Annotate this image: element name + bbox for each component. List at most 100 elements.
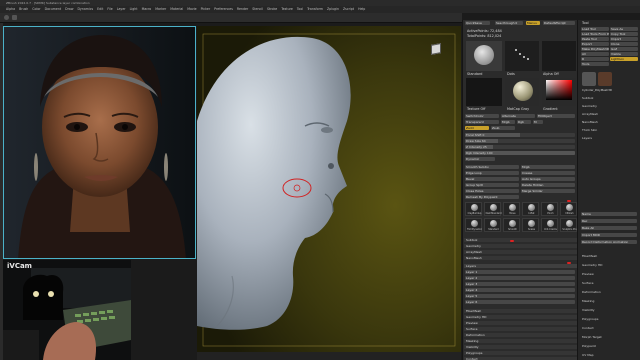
tool-section-preview[interactable]: Preview (582, 272, 594, 276)
projection-icon[interactable] (12, 15, 17, 20)
menu-item-file[interactable]: File (107, 6, 112, 13)
brush-thumbnail[interactable] (466, 41, 502, 71)
tool-thumbnail-2[interactable] (598, 72, 612, 86)
layer-control[interactable]: Record Deformation Animation (581, 240, 637, 244)
geometry-option-0[interactable]: Smooth Subdiv (465, 165, 519, 169)
tool-section-polypaint[interactable]: Polypaint (582, 344, 596, 348)
alternate-button[interactable]: Alternate (501, 114, 535, 118)
layer-item[interactable]: Layer 6 (465, 300, 575, 304)
tool-section-geometry-hd[interactable]: Geometry HD (582, 263, 602, 267)
menu-item-zscript[interactable]: Zscript (343, 6, 354, 13)
brush-hpolish[interactable]: hPolish (560, 202, 577, 216)
tool-section-morph-target[interactable]: Morph Target (582, 335, 602, 339)
geometry-option-4[interactable]: Bevel (465, 177, 519, 181)
section-geometry-hd[interactable]: Geometry HD (464, 315, 577, 319)
tool-section-masking[interactable]: Masking (582, 299, 594, 303)
geometry-option-9[interactable]: Merge Similar (521, 189, 575, 193)
tool-button-goz[interactable]: GoZ (610, 47, 638, 51)
geometry-option-1[interactable]: Mrgb (521, 165, 575, 169)
menu-item-preferences[interactable]: Preferences (214, 6, 233, 13)
tool-section-polygroups[interactable]: Polygroups (582, 317, 598, 321)
menu-item-color[interactable]: Color (32, 6, 40, 13)
tool-button-load-tool[interactable]: Load Tool (581, 27, 609, 31)
tool-section-uv-map[interactable]: UV Map (582, 353, 594, 357)
record-icon[interactable] (4, 15, 9, 20)
menu-item-picker[interactable]: Picker (201, 6, 211, 13)
layer-control[interactable]: Rec (581, 219, 637, 223)
menu-item-transform[interactable]: Transform (307, 6, 323, 13)
tool-button-r[interactable]: R (581, 57, 609, 61)
tool-button-tools[interactable]: Tools (581, 62, 609, 66)
brush-standard[interactable]: Standard (484, 218, 501, 232)
menu-item-texture[interactable]: Texture (281, 6, 293, 13)
brush-sculptris-pro[interactable]: Sculptris Pro (560, 218, 577, 232)
menu-item-light[interactable]: Light (130, 6, 138, 13)
z-intensity-slider[interactable]: Z Intensity 25 (465, 145, 575, 149)
section-deformation[interactable]: Deformation (464, 333, 577, 337)
rgb-intensity-slider[interactable]: Rgb Intensity 100 (465, 151, 575, 155)
layer-item[interactable]: Layer 2 (465, 276, 575, 280)
tool-section-subtool[interactable]: Subtool (582, 96, 593, 100)
brush-trimdynamic[interactable]: TrimDynamic (465, 218, 482, 232)
menu-item-brush[interactable]: Brush (19, 6, 28, 13)
brush-damstandard[interactable]: DamStandard (484, 202, 501, 216)
tool-section-contact[interactable]: Contact (582, 326, 594, 330)
tool-button-paste-tool[interactable]: Paste Tool (581, 37, 609, 41)
section-fibermesh[interactable]: FiberMesh (464, 309, 577, 313)
sculpt-canvas[interactable] (197, 26, 461, 352)
brush-claybuildup[interactable]: ClayBuildup (465, 202, 482, 216)
menu-item-document[interactable]: Document (45, 6, 62, 13)
tool-button-export[interactable]: Export (581, 42, 609, 46)
transparent-button[interactable]: Transparent (465, 120, 499, 124)
layer-item[interactable]: Layer 4 (465, 288, 575, 292)
menu-item-material[interactable]: Material (170, 6, 183, 13)
quicksave-button[interactable]: QuickSave (465, 21, 490, 25)
menus-button[interactable]: Menus (526, 21, 540, 25)
rgb-button[interactable]: Rgb (517, 120, 531, 124)
navigation-cube-icon[interactable] (431, 43, 441, 55)
see-through-slider[interactable]: See-through 0 (495, 21, 523, 25)
tool-section-layers[interactable]: Layers (582, 136, 592, 140)
layer-item[interactable]: Layer 3 (465, 282, 575, 286)
section-arraymesh[interactable]: ArrayMesh (464, 250, 577, 254)
section-surface[interactable]: Surface (464, 327, 577, 331)
tool-button-copy-tool[interactable]: Copy Tool (610, 32, 638, 36)
dynamic-button[interactable]: Dynamic (465, 157, 495, 161)
tool-section-thick-skin[interactable]: Thick Skin (582, 128, 597, 132)
menu-item-marker[interactable]: Marker (155, 6, 166, 13)
layer-item[interactable]: Layer 1 (465, 270, 575, 274)
brush-pinch[interactable]: Pinch (541, 202, 558, 216)
layers-header[interactable]: Layers (464, 264, 577, 268)
menu-item-render[interactable]: Render (237, 6, 248, 13)
tool-button-visible[interactable]: Visible (610, 52, 638, 56)
section-subtool[interactable]: Subtool (464, 238, 577, 242)
brush-move[interactable]: Move (503, 202, 520, 216)
menu-item-help[interactable]: Help (358, 6, 365, 13)
brush-snake[interactable]: Snake (522, 218, 539, 232)
layer-control[interactable]: Bake All (581, 226, 637, 230)
menu-item-dynamics[interactable]: Dynamics (77, 6, 93, 13)
brush-smooth[interactable]: Smooth (503, 218, 520, 232)
menu-item-layer[interactable]: Layer (117, 6, 126, 13)
brush-inflat[interactable]: Inflat (522, 202, 539, 216)
menu-item-edit[interactable]: Edit (97, 6, 103, 13)
alpha-thumbnail[interactable] (542, 41, 576, 71)
m-button[interactable]: M (533, 120, 543, 124)
brush-orb-cracks[interactable]: Orb Cracks (541, 218, 558, 232)
layer-item[interactable]: Layer 5 (465, 294, 575, 298)
color-swatch[interactable] (546, 80, 572, 100)
default-zscript-button[interactable]: DefaultZScript (543, 21, 575, 25)
switch-color-button[interactable]: SwitchColor (465, 114, 499, 118)
tool-section-geometry[interactable]: Geometry (582, 104, 597, 108)
material-thumbnail[interactable] (505, 78, 539, 106)
menu-item-stroke[interactable]: Stroke (267, 6, 277, 13)
menu-item-draw[interactable]: Draw (65, 6, 73, 13)
tool-button-load-tools-from-project[interactable]: Load Tools From Project (581, 32, 609, 36)
tool-section-fibermesh[interactable]: FiberMesh (582, 254, 597, 258)
tool-section-surface[interactable]: Surface (582, 281, 593, 285)
draw-size-slider[interactable]: Draw Size 64 (465, 139, 575, 143)
tool-section-visibility[interactable]: Visibility (582, 308, 595, 312)
section-polygroups[interactable]: Polygroups (464, 351, 577, 355)
geometry-option-3[interactable]: Crease (521, 171, 575, 175)
stroke-thumbnail[interactable] (505, 41, 539, 71)
